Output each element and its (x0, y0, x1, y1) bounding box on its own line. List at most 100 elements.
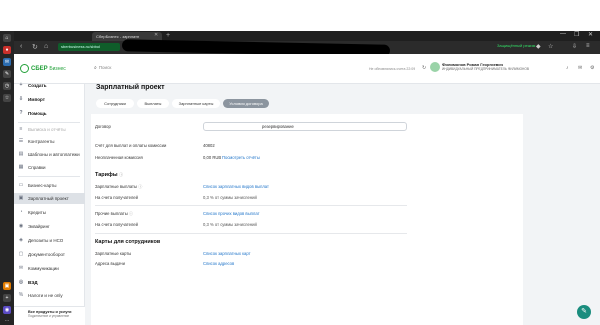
info-icon[interactable]: ⓘ (138, 184, 142, 189)
sidebar-item-label: Кредиты (28, 210, 46, 215)
info-icon[interactable]: ⓘ (119, 172, 123, 177)
tab-salary-cards[interactable]: Зарплатные карты (172, 99, 220, 108)
sidebar-item-label: Документооборот (28, 252, 65, 257)
strip-home-icon[interactable]: ⌂ (3, 34, 11, 42)
salary-cards-label: Зарплатные карты (95, 251, 132, 256)
commission-label: Неоплаченная комиссия (95, 155, 143, 160)
browser-tab-title: СберБизнес - зарплатн (96, 34, 140, 39)
strip-note-icon[interactable]: ✎ (3, 70, 11, 78)
home-icon[interactable]: ⌂ (44, 43, 48, 50)
sidebar-item-credits[interactable]: ◔ Кредиты (14, 207, 85, 218)
sidebar-item-ved[interactable]: ◎ ВЭД (14, 277, 85, 288)
sidebar-item-create[interactable]: + Создать (14, 80, 85, 91)
contract-select[interactable] (203, 122, 407, 131)
tab-close-icon[interactable]: ✕ (154, 32, 158, 38)
logo-main-text: СБЕР (31, 66, 48, 73)
strip-mail-icon[interactable]: ✉ (3, 58, 11, 66)
sidebar-item-business-cards[interactable]: ▭ Бизнес-карты (14, 180, 85, 191)
divider (95, 233, 407, 234)
salary-fee-value: 0,3 % от суммы зачислений (203, 195, 257, 200)
chat-icon[interactable]: ✎ (577, 305, 591, 319)
acquiring-icon: ◉ (18, 223, 24, 229)
other-fee-value: 0,3 % от суммы зачислений (203, 222, 257, 227)
window-close-icon[interactable]: ✕ (588, 31, 593, 38)
sidebar-item-certificates[interactable]: ▦ Справки (14, 162, 85, 173)
bookmark-icon[interactable]: ☆ (548, 43, 553, 50)
download-icon[interactable]: ⇩ (572, 43, 577, 50)
bell-icon[interactable]: ♪ (566, 65, 569, 71)
message-icon: ✉ (18, 265, 24, 271)
maximize-icon[interactable]: ❐ (574, 31, 579, 38)
address-link[interactable]: Список адресов (203, 261, 234, 266)
sidebar-item-taxes[interactable]: % Налоги и не only (14, 290, 85, 301)
sidebar-item-label: Депозиты и НСО (28, 238, 64, 243)
divider (95, 205, 407, 206)
sidebar (14, 84, 85, 325)
minimize-icon[interactable]: — (560, 31, 566, 37)
tariffs-title-text: Тарифы (95, 172, 118, 178)
salary-fee-label: На счета получателей (95, 195, 138, 200)
salary-cards-link[interactable]: Список зарплатных карт (203, 251, 251, 256)
sidebar-item-import[interactable]: ⇩ Импорт (14, 94, 85, 105)
new-tab-icon[interactable]: + (166, 32, 174, 40)
protection-mode-label[interactable]: Защищённый режим (497, 43, 535, 48)
info-icon[interactable]: ⓘ (129, 211, 133, 216)
tab-contract-terms[interactable]: Условия договора (223, 99, 269, 108)
sidebar-item-deposits[interactable]: ◈ Депозиты и НСО (14, 235, 85, 246)
tax-icon: % (18, 292, 24, 298)
help-icon: ? (19, 110, 23, 116)
sidebar-item-label: Шаблоны и автоплатежи (28, 152, 80, 157)
sidebar-item-templates[interactable]: ▤ Шаблоны и автоплатежи (14, 149, 85, 160)
sidebar-item-statements[interactable]: ≡ Выписка и отчёты (14, 124, 85, 135)
refresh-icon[interactable]: ↻ (422, 65, 426, 71)
strip-bookmarks-icon[interactable]: ☆ (3, 94, 11, 102)
tab-employees[interactable]: Сотрудники (96, 99, 134, 108)
search-icon: ⌕ (94, 65, 97, 71)
view-reports-link[interactable]: Посмотреть отчёты (222, 155, 260, 160)
reload-icon[interactable]: ↻ (32, 43, 38, 51)
strip-add-icon[interactable]: + (3, 294, 11, 302)
sidebar-item-help[interactable]: ? Помощь (14, 108, 85, 119)
sidebar-item-label: Импорт (28, 97, 45, 102)
back-icon[interactable]: ‹ (20, 43, 22, 50)
credit-icon: ◔ (19, 209, 23, 215)
sidebar-item-label: Выписка и отчёты (28, 127, 66, 132)
list-icon: ≡ (19, 126, 23, 132)
other-types-link[interactable]: Список прочих видов выплат (203, 211, 260, 216)
sidebar-item-label: Коммуникации (28, 266, 59, 271)
menu-icon[interactable]: ≡ (586, 43, 590, 49)
card-icon: ▭ (18, 182, 24, 188)
shield-icon[interactable]: ◆ (536, 43, 541, 50)
browser-titlebar (0, 31, 600, 41)
strip-history-icon[interactable]: ◷ (3, 82, 11, 90)
mail-icon[interactable]: ✉ (578, 65, 582, 71)
document-icon: ▦ (18, 164, 24, 170)
strip-game-icon[interactable]: ▣ (3, 282, 11, 290)
strip-assistant-icon[interactable]: ◉ (3, 306, 11, 314)
settings-icon[interactable]: ⚙ (590, 65, 594, 71)
salary-icon: ▣ (18, 195, 24, 201)
template-icon: ▤ (18, 151, 24, 157)
sidebar-item-docflow[interactable]: ▢ Документооборот (14, 249, 85, 260)
account-value: 40802 (203, 143, 215, 148)
sidebar-item-acquiring[interactable]: ◉ Эквайринг (14, 221, 85, 232)
sidebar-item-salary-project[interactable]: ▣ Зарплатный проект (14, 193, 85, 204)
salary-payments-label-text: Зарплатные выплаты (95, 184, 137, 189)
strip-more-icon[interactable]: ⋯ (3, 317, 11, 325)
url-field[interactable]: sberbusiness.ru/sbbol (58, 43, 120, 51)
strip-app-icon[interactable]: ● (3, 46, 11, 54)
other-payments-label-text: Прочие выплаты (95, 211, 128, 216)
sber-business-logo[interactable]: СБЕР Бизнес (20, 64, 66, 73)
all-products-link[interactable]: Все продукты и услуги Подключение и упра… (14, 306, 85, 325)
sidebar-item-communications[interactable]: ✉ Коммуникации (14, 263, 85, 274)
search-field[interactable]: ⌕ Поиск (94, 65, 111, 71)
other-payments-label: Прочие выплаты ⓘ (95, 211, 133, 217)
sber-logo-icon (20, 64, 29, 73)
sidebar-item-contractors[interactable]: ☰ Контрагенты (14, 136, 85, 147)
salary-types-link[interactable]: Список зарплатных видов выплат (203, 184, 269, 189)
tab-payments[interactable]: Выплаты (137, 99, 169, 108)
sidebar-item-label: Справки (28, 165, 46, 170)
commission-value: 0,00 RUB (203, 155, 222, 160)
salary-payments-label: Зарплатные выплаты ⓘ (95, 184, 142, 190)
user-company: ИНДИВИДУАЛЬНЫЙ ПРЕДПРИНИМАТЕЛЬ ФИЛИМОНОВ (442, 67, 529, 71)
